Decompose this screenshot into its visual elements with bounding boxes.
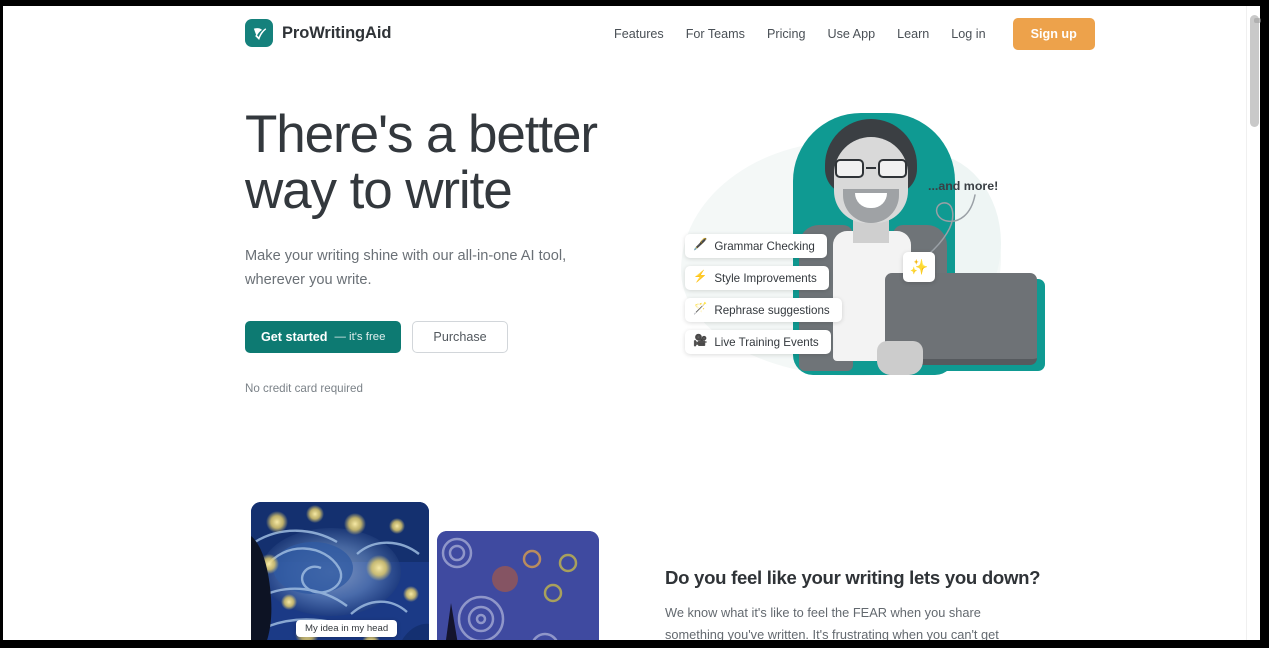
hero-illustration: ✨ ...and more! 🖋️ Grammar Checking ⚡ Sty…	[663, 107, 1045, 407]
image-caption: My idea in my head	[296, 620, 398, 637]
nav-item-pricing[interactable]: Pricing	[756, 21, 817, 47]
purchase-button[interactable]: Purchase	[412, 320, 508, 353]
feature-pill-label: Rephrase suggestions	[714, 303, 830, 317]
get-started-label: Get started	[261, 329, 328, 344]
nav-item-features[interactable]: Features	[603, 21, 675, 47]
brand-name: ProWritingAid	[282, 23, 392, 42]
magic-wand-icon: 🪄	[693, 303, 708, 316]
page-scrollbar[interactable]	[1246, 6, 1261, 640]
feature-pill-label: Grammar Checking	[714, 239, 815, 253]
feature-pill-label: Style Improvements	[714, 271, 817, 285]
feature-pill-live-training-events[interactable]: 🎥 Live Training Events	[685, 330, 831, 354]
scrollbar-grip	[1254, 18, 1261, 23]
get-started-button[interactable]: Get started — it's free	[245, 320, 402, 353]
movie-camera-icon: 🎥	[693, 335, 708, 348]
hero-title-line-2: way to write	[245, 161, 513, 221]
lightning-bolt-icon: ⚡	[693, 271, 708, 284]
section2-copy: Do you feel like your writing lets you d…	[665, 567, 1041, 640]
starry-night-card: My idea in my head	[251, 502, 429, 640]
site-header: ProWritingAid Features For Teams Pricing…	[3, 6, 1257, 62]
no-credit-card-note: No credit card required	[245, 381, 363, 395]
sign-up-button[interactable]: Sign up	[1012, 18, 1095, 50]
nav-item-learn[interactable]: Learn	[886, 21, 940, 47]
feature-pill-label: Live Training Events	[714, 335, 819, 349]
starry-night-comparison: My idea in my head	[251, 502, 599, 640]
hero-actions: Get started — it's free Purchase	[245, 320, 635, 353]
sparkles-icon: ✨	[903, 252, 935, 282]
hero-title-line-1: There's a better	[245, 105, 598, 164]
hero-copy: There's a better way to write Make your …	[245, 105, 635, 395]
simplified-painting-card	[437, 531, 599, 640]
section2-body: We know what it's like to feel the FEAR …	[665, 605, 999, 640]
section2-title: Do you feel like your writing lets you d…	[665, 567, 1041, 588]
quill-pen-icon: 🖋️	[693, 239, 708, 252]
browser-viewport: ProWritingAid Features For Teams Pricing…	[0, 0, 1269, 648]
feature-pill-list: 🖋️ Grammar Checking ⚡ Style Improvements…	[685, 234, 842, 354]
nav-item-log-in[interactable]: Log in	[940, 21, 996, 47]
primary-navigation: Features For Teams Pricing Use App Learn…	[603, 6, 1095, 62]
nav-item-use-app[interactable]: Use App	[816, 21, 886, 47]
person-hand	[877, 341, 923, 375]
and-more-label: ...and more!	[928, 179, 999, 193]
nav-item-for-teams[interactable]: For Teams	[675, 21, 756, 47]
brand-logo-link[interactable]: ProWritingAid	[245, 19, 391, 47]
hero-subtitle: Make your writing shine with our all-in-…	[245, 248, 567, 288]
glasses-icon	[833, 159, 909, 178]
page-content: ProWritingAid Features For Teams Pricing…	[3, 6, 1257, 640]
prowritingaid-logo-icon	[245, 19, 273, 47]
feature-pill-rephrase-suggestions[interactable]: 🪄 Rephrase suggestions	[685, 298, 842, 322]
feature-pill-style-improvements[interactable]: ⚡ Style Improvements	[685, 266, 829, 290]
feature-pill-grammar-checking[interactable]: 🖋️ Grammar Checking	[685, 234, 827, 258]
hero-title: There's a better way to write	[245, 105, 635, 221]
get-started-suffix: — it's free	[334, 330, 386, 343]
scrollbar-thumb[interactable]	[1250, 15, 1261, 127]
